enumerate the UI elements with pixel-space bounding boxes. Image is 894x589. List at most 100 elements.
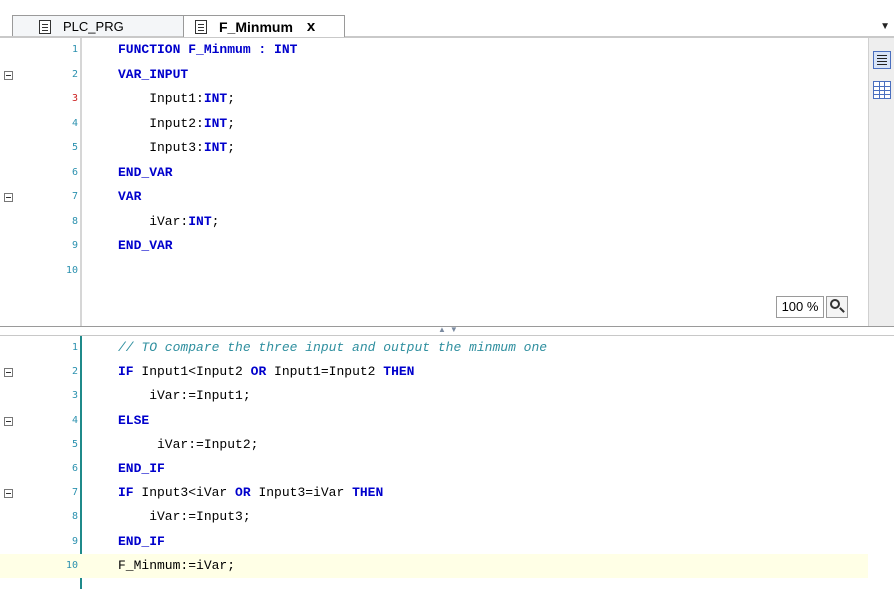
code-text: iVar:=Input2;: [118, 433, 258, 457]
line-number: 1: [71, 44, 78, 55]
keyword-token: OR: [250, 364, 267, 380]
close-icon[interactable]: x: [307, 18, 315, 35]
code-text: ELSE: [118, 409, 149, 433]
code-line[interactable]: 5 iVar:=Input2;: [0, 433, 868, 457]
code-text: END_VAR: [118, 234, 173, 259]
document-icon: [39, 19, 51, 34]
keyword-token: VAR_INPUT: [118, 66, 189, 82]
table-view-icon[interactable]: [873, 81, 891, 99]
code-token: Input3<iVar: [133, 485, 236, 501]
keyword-token: END_VAR: [118, 238, 173, 253]
code-line[interactable]: 3 Input1:INT;: [0, 87, 868, 112]
line-number: 8: [71, 511, 78, 523]
line-number: 3: [71, 390, 78, 402]
code-token: Input1<Input2: [133, 364, 251, 380]
code-line[interactable]: 10: [0, 259, 868, 284]
code-token: iVar:: [118, 213, 189, 229]
code-text: iVar:=Input3;: [118, 505, 251, 529]
fold-minus-icon[interactable]: [4, 416, 13, 426]
code-token: F_Minmum:=iVar;: [118, 557, 236, 573]
code-token: ;: [211, 213, 220, 229]
code-token: iVar:=Input1;: [118, 388, 251, 404]
document-icon: [195, 19, 207, 34]
code-text: VAR_INPUT: [118, 63, 188, 88]
keyword-token: ELSE: [118, 412, 150, 428]
splitter-arrows-icon[interactable]: ▲▼: [438, 325, 462, 334]
line-number: 10: [65, 559, 78, 571]
line-number: 6: [71, 166, 78, 178]
dropdown-arrow-icon[interactable]: ▼: [880, 21, 890, 32]
declaration-editor[interactable]: 1 FUNCTION F_Minmum : INT 2 VAR_INPUT 3 Inpu…: [0, 38, 894, 326]
code-line[interactable]: 6 END_VAR: [0, 161, 868, 186]
fold-minus-icon[interactable]: [4, 70, 13, 80]
tab-label: F_Minmum: [219, 18, 293, 35]
code-token: Input1:: [118, 91, 204, 106]
line-number: 7: [71, 487, 78, 499]
code-text: Input2:INT;: [118, 112, 235, 137]
line-number: 2: [71, 366, 78, 378]
fold-minus-icon[interactable]: [4, 193, 13, 202]
view-toolbar: [868, 38, 894, 326]
implementation-code-lines[interactable]: 1 // TO compare the three input and outpu…: [0, 336, 868, 578]
keyword-token: END_IF: [118, 460, 165, 476]
vertical-scroll-area[interactable]: [868, 336, 894, 589]
code-text: VAR: [118, 185, 141, 210]
code-text: Input1:INT;: [118, 87, 235, 112]
fold-minus-icon[interactable]: [4, 489, 13, 499]
code-text: FUNCTION F_Minmum : INT: [118, 38, 297, 63]
code-text: END_IF: [118, 530, 165, 554]
line-number: 9: [71, 240, 78, 251]
code-text: Input3:INT;: [118, 136, 235, 161]
line-number: 10: [65, 264, 78, 276]
code-line[interactable]: 4 ELSE: [0, 409, 868, 433]
keyword-token: THEN: [383, 364, 415, 380]
declaration-view-icon[interactable]: [873, 51, 891, 69]
implementation-editor[interactable]: 1 // TO compare the three input and outpu…: [0, 336, 894, 589]
code-token: ;: [227, 140, 236, 155]
code-text: F_Minmum:=iVar;: [118, 554, 235, 578]
code-line[interactable]: 8 iVar:INT;: [0, 210, 868, 235]
code-line[interactable]: 9 END_IF: [0, 530, 868, 554]
keyword-token: INT: [203, 140, 228, 155]
keyword-token: VAR: [118, 189, 142, 204]
line-number: 6: [71, 462, 78, 474]
code-line[interactable]: 5 Input3:INT;: [0, 136, 868, 161]
code-line[interactable]: 6 END_IF: [0, 457, 868, 481]
fold-minus-icon[interactable]: [4, 368, 13, 378]
keyword-token: FUNCTION F_Minmum :: [118, 42, 275, 57]
code-line[interactable]: 7 IF Input3<iVar OR Input3=iVar THEN: [0, 481, 868, 505]
code-line[interactable]: 1 // TO compare the three input and outpu…: [0, 336, 868, 360]
tab-plc-prg[interactable]: PLC_PRG: [12, 15, 190, 37]
zoom-icon[interactable]: [826, 296, 848, 318]
declaration-code-lines[interactable]: 1 FUNCTION F_Minmum : INT 2 VAR_INPUT 3 Inpu…: [0, 38, 868, 283]
code-line[interactable]: 3 iVar:=Input1;: [0, 384, 868, 408]
code-line[interactable]: 2 IF Input1<Input2 OR Input1=Input2 THEN: [0, 360, 868, 384]
code-line[interactable]: 9 END_VAR: [0, 234, 868, 259]
code-text: iVar:INT;: [118, 210, 219, 235]
line-number: 4: [71, 117, 78, 129]
pane-splitter[interactable]: ▲▼: [0, 325, 894, 336]
code-line[interactable]: 8 iVar:=Input3;: [0, 505, 868, 529]
line-number: 3: [71, 93, 78, 104]
code-token: Input2:: [118, 115, 204, 131]
code-token: Input3:: [118, 140, 204, 155]
code-line[interactable]: 10 F_Minmum:=iVar;: [0, 553, 868, 578]
code-token: iVar:=Input3;: [118, 509, 251, 525]
comment-token: // TO compare the three input and output…: [118, 340, 548, 355]
keyword-token: IF: [118, 364, 134, 380]
zoom-level[interactable]: 100 %: [776, 296, 824, 318]
code-text: iVar:=Input1;: [118, 384, 251, 408]
code-text: IF Input3<iVar OR Input3=iVar THEN: [118, 481, 383, 505]
keyword-token: INT: [203, 115, 228, 131]
keyword-token: IF: [118, 485, 134, 501]
keyword-token: OR: [235, 485, 251, 501]
line-number: 8: [71, 215, 78, 227]
code-line[interactable]: 4 Input2:INT;: [0, 112, 868, 137]
code-line[interactable]: 2 VAR_INPUT: [0, 63, 868, 88]
code-line[interactable]: 7 VAR: [0, 185, 868, 210]
code-token: ;: [227, 115, 236, 131]
line-number: 5: [71, 142, 78, 153]
keyword-token: INT: [188, 213, 212, 229]
code-line[interactable]: 1 FUNCTION F_Minmum : INT: [0, 38, 868, 63]
tab-f-minmum[interactable]: F_Minmum x: [183, 15, 345, 37]
